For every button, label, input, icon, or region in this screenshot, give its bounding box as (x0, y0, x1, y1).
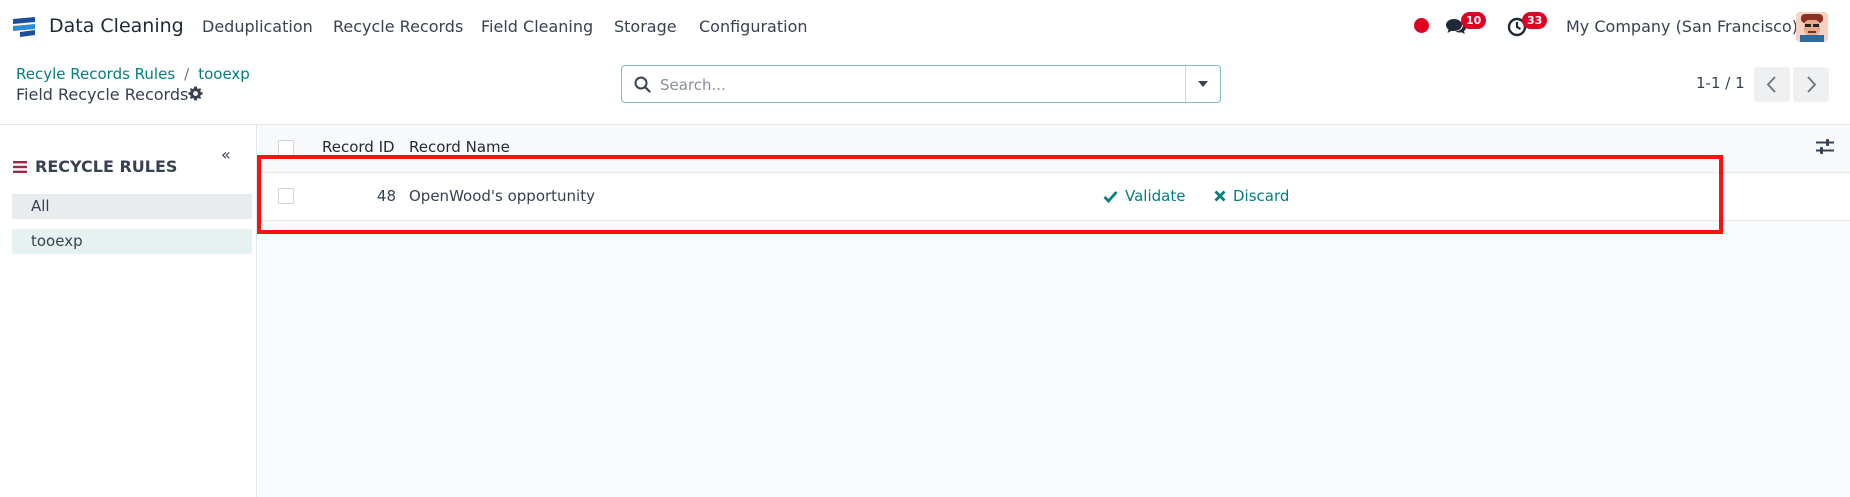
user-avatar[interactable] (1796, 12, 1828, 42)
search-icon (634, 76, 651, 93)
sidebar-item-all[interactable]: All (12, 194, 252, 219)
chevron-right-icon (1807, 76, 1817, 93)
app-name[interactable]: Data Cleaning (49, 15, 184, 37)
recording-indicator-icon[interactable] (1414, 18, 1429, 33)
pager-next-button[interactable] (1793, 67, 1829, 102)
optional-columns-settings-icon[interactable] (1816, 139, 1834, 155)
pager-previous-button[interactable] (1754, 67, 1790, 102)
search-input[interactable] (660, 74, 1160, 96)
breadcrumb-separator: / (184, 65, 190, 83)
menu-recycle-records[interactable]: Recycle Records (333, 17, 463, 36)
breadcrumb-rules-link[interactable]: Recyle Records Rules (16, 65, 175, 83)
search-options-toggle[interactable] (1185, 66, 1220, 102)
sidebar-heading: RECYCLE RULES (35, 157, 178, 176)
menu-storage[interactable]: Storage (614, 17, 677, 36)
messages-badge: 10 (1461, 12, 1487, 29)
select-all-checkbox[interactable] (278, 140, 294, 156)
menu-deduplication[interactable]: Deduplication (202, 17, 313, 36)
top-navbar: Data Cleaning Deduplication Recycle Reco… (0, 0, 1850, 54)
pager-value[interactable]: 1-1 / 1 (1696, 74, 1745, 92)
column-header-record-name[interactable]: Record Name (409, 138, 510, 156)
page-title: Field Recycle Records (16, 85, 189, 104)
highlight-box (257, 155, 1723, 234)
search-bar (621, 65, 1221, 103)
menu-field-cleaning[interactable]: Field Cleaning (481, 17, 593, 36)
company-switcher[interactable]: My Company (San Francisco) (1566, 17, 1798, 36)
data-cleaning-app-icon[interactable] (11, 16, 37, 38)
breadcrumb-current-link[interactable]: tooexp (198, 65, 250, 83)
gear-icon[interactable] (188, 86, 203, 101)
search-panel-sidebar: « RECYCLE RULES All tooexp (0, 125, 257, 497)
breadcrumb: Recyle Records Rules / tooexp (16, 65, 250, 83)
menu-configuration[interactable]: Configuration (699, 17, 808, 36)
sidebar-section-header: RECYCLE RULES (13, 157, 177, 176)
activities-badge: 33 (1522, 12, 1548, 29)
list-icon (13, 160, 27, 173)
sidebar-item-tooexp[interactable]: tooexp (12, 229, 252, 254)
column-header-record-id[interactable]: Record ID (322, 138, 395, 156)
collapse-sidebar-icon[interactable]: « (221, 145, 231, 164)
chevron-left-icon (1766, 76, 1776, 93)
